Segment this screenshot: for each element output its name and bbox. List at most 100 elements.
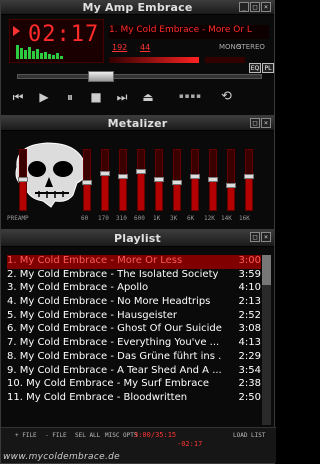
eq-band-slider[interactable] xyxy=(100,149,110,211)
stop-button[interactable]: ■ xyxy=(87,89,105,105)
eq-band-slider[interactable] xyxy=(154,149,164,211)
remove-file-button[interactable]: - FILE xyxy=(45,432,67,439)
track-name: 5. My Cold Embrace - Hausgeister xyxy=(7,309,177,321)
eject-button[interactable]: ⏏ xyxy=(139,89,157,105)
misc-options-button[interactable]: MISC OPTS xyxy=(105,432,138,439)
track-duration: 3:54 xyxy=(238,364,261,376)
slider-knob[interactable] xyxy=(226,182,236,188)
eq-band-slider[interactable] xyxy=(208,149,218,211)
add-file-button[interactable]: + FILE xyxy=(15,432,37,439)
slider-knob[interactable] xyxy=(190,174,200,180)
balance-slider[interactable] xyxy=(205,57,245,63)
track-name: 8. My Cold Embrace - Das Grüne führt ins… xyxy=(7,350,222,362)
slider-knob[interactable] xyxy=(118,174,128,180)
eq-band-label: 14K xyxy=(221,215,232,222)
bitrate: 192 xyxy=(112,43,128,52)
slider-knob[interactable] xyxy=(136,168,146,174)
slider-knob[interactable] xyxy=(154,177,164,182)
eq-toggle-button[interactable]: EQ xyxy=(249,63,261,73)
slider-fill xyxy=(84,183,90,210)
playlist-list: 1. My Cold Embrace - More Or Less 3:00 2. … xyxy=(7,255,261,406)
playlist-row[interactable]: 3. My Cold Embrace - Apollo 4:10 xyxy=(7,282,261,296)
playlist-row[interactable]: 5. My Cold Embrace - Hausgeister 2:52 xyxy=(7,310,261,324)
equalizer-window: Metalizer □ × PREAMP 60 170 310 600 1K 3K 6K 12K… xyxy=(0,116,275,230)
preamp-slider[interactable] xyxy=(18,149,28,211)
playlist-row[interactable]: 6. My Cold Embrace - Ghost Of Our Suicid… xyxy=(7,323,261,337)
shuffle-button[interactable]: ▪▪▪▪ xyxy=(179,92,202,100)
playlist-row[interactable]: 1. My Cold Embrace - More Or Less 3:00 xyxy=(7,255,261,269)
next-button[interactable]: ⏭ xyxy=(113,89,131,105)
eq-band-label: 16K xyxy=(239,215,250,222)
time-display[interactable]: 02:17 xyxy=(9,19,104,63)
eq-titlebar[interactable]: Metalizer □ × xyxy=(1,117,274,131)
playlist-row[interactable]: 8. My Cold Embrace - Das Grüne führt ins… xyxy=(7,351,261,365)
slider-knob[interactable] xyxy=(82,179,92,185)
repeat-button[interactable]: ⟲ xyxy=(221,89,232,104)
eq-band-label: 170 xyxy=(98,215,109,222)
track-name: 7. My Cold Embrace - Everything You've .… xyxy=(7,337,220,349)
playlist-toggle-button[interactable]: PL xyxy=(262,63,274,73)
slider-knob[interactable] xyxy=(172,179,182,185)
slider-knob[interactable] xyxy=(244,174,254,180)
load-list-button[interactable]: LOAD LIST xyxy=(233,432,266,439)
eq-close-button[interactable]: × xyxy=(261,118,271,128)
eq-band-slider[interactable] xyxy=(190,149,200,211)
playlist-row[interactable]: 2. My Cold Embrace - The Isolated Societ… xyxy=(7,269,261,283)
slider-fill xyxy=(120,177,126,210)
playlist-scrollbar[interactable] xyxy=(262,255,271,425)
pl-close-button[interactable]: × xyxy=(261,232,271,242)
slider-knob[interactable] xyxy=(100,171,110,177)
pl-window-buttons: □ × xyxy=(250,232,271,242)
spectrum-analyzer[interactable] xyxy=(16,43,63,59)
track-name: 1. My Cold Embrace - More Or Less xyxy=(7,255,183,266)
playlist-time: 3:00/35:15 xyxy=(134,431,177,439)
track-duration: 2:29 xyxy=(238,350,261,362)
playlist-row[interactable]: 10. My Cold Embrace - My Surf Embrace 2:3… xyxy=(7,378,261,392)
slider-knob[interactable] xyxy=(18,177,28,182)
eq-band-label: 12K xyxy=(204,215,215,222)
eq-band-label: 600 xyxy=(134,215,145,222)
track-duration: 3:59 xyxy=(238,268,261,280)
previous-button[interactable]: ⏮ xyxy=(9,89,27,105)
playlist-titlebar[interactable]: Playlist □ × xyxy=(1,231,274,247)
main-title: My Amp Embrace xyxy=(82,1,193,14)
playlist-row[interactable]: 7. My Cold Embrace - Everything You've .… xyxy=(7,337,261,351)
pl-shade-button[interactable]: □ xyxy=(250,232,260,242)
playlist-title: Playlist xyxy=(113,232,162,245)
shade-button[interactable]: □ xyxy=(250,2,260,12)
playlist-row[interactable]: 4. My Cold Embrace - No More Headtrips 2:… xyxy=(7,296,261,310)
select-all-button[interactable]: SEL ALL xyxy=(75,432,100,439)
slider-fill xyxy=(174,183,180,210)
slider-fill xyxy=(20,180,26,210)
slider-fill xyxy=(192,177,198,210)
eq-band-slider[interactable] xyxy=(82,149,92,211)
playlist-row[interactable]: 11. My Cold Embrace - Bloodwritten 2:50 xyxy=(7,392,261,406)
close-button[interactable]: × xyxy=(261,2,271,12)
eq-band-slider[interactable] xyxy=(118,149,128,211)
playlist-row[interactable]: 9. My Cold Embrace - A Tear Shed And A .… xyxy=(7,365,261,379)
website-watermark: www.mycoldembrace.de xyxy=(3,452,120,462)
eq-band-slider[interactable] xyxy=(172,149,182,211)
eq-band-label: 1K xyxy=(153,215,161,222)
transport-controls: ⏮ ▶ ⏸ ■ ⏭ ⏏ xyxy=(9,89,157,105)
slider-knob[interactable] xyxy=(208,177,218,182)
track-duration: 2:52 xyxy=(238,309,261,321)
main-titlebar[interactable]: My Amp Embrace _ □ × xyxy=(1,1,274,15)
play-button[interactable]: ▶ xyxy=(35,89,53,105)
song-title-marquee[interactable]: 1. My Cold Embrace - More Or L xyxy=(109,25,269,39)
seek-thumb[interactable] xyxy=(88,71,114,82)
track-duration: 2:38 xyxy=(238,378,261,390)
pause-button[interactable]: ⏸ xyxy=(61,89,79,105)
samplerate: 44 xyxy=(140,43,151,52)
volume-slider[interactable] xyxy=(109,57,199,63)
scrollbar-thumb[interactable] xyxy=(262,255,271,285)
eq-band-slider[interactable] xyxy=(136,149,146,211)
eq-shade-button[interactable]: □ xyxy=(250,118,260,128)
track-name: 4. My Cold Embrace - No More Headtrips xyxy=(7,296,211,308)
seek-bar[interactable] xyxy=(17,71,262,82)
eq-band-slider[interactable] xyxy=(226,149,236,211)
eq-window-buttons: □ × xyxy=(250,118,271,128)
minimize-button[interactable]: _ xyxy=(239,2,249,12)
eq-band-label: 60 xyxy=(81,215,89,222)
eq-band-slider[interactable] xyxy=(244,149,254,211)
